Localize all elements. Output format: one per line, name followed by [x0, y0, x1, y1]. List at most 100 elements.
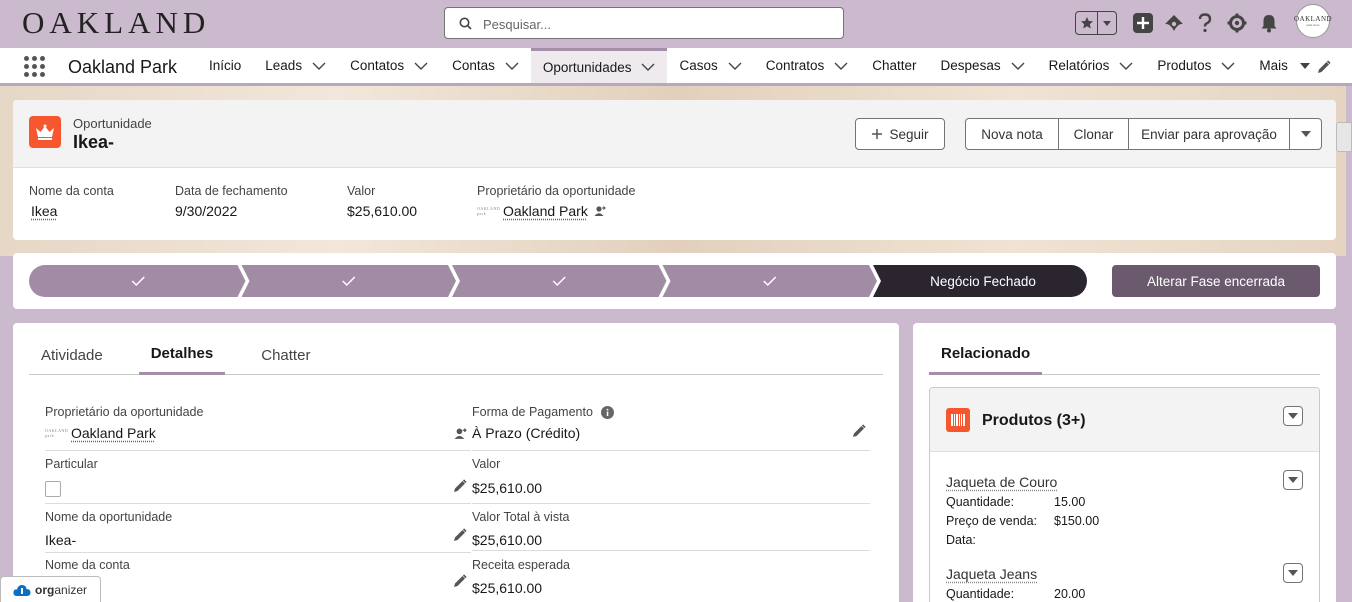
nav-item-leads[interactable]: Leads [253, 48, 338, 83]
tab-details[interactable]: Detalhes [139, 335, 226, 375]
product-link[interactable]: Jaqueta de Couro [946, 474, 1057, 490]
path-stage-completed[interactable] [663, 265, 878, 297]
tab-chatter[interactable]: Chatter [249, 335, 322, 375]
company-logo[interactable]: OAKLAND [22, 5, 210, 41]
nav-item-mais[interactable]: Mais [1247, 48, 1324, 83]
avatar-logo-text: OAKLAND [1294, 15, 1332, 23]
related-tabs: Relacionado [929, 335, 1320, 375]
clone-button[interactable]: Clonar [1058, 118, 1129, 150]
chevron-down-icon[interactable] [641, 63, 655, 71]
bell-icon[interactable] [1258, 12, 1280, 34]
chevron-down-icon[interactable] [834, 62, 848, 70]
path-stages[interactable]: Negócio Fechado [29, 265, 1091, 297]
avatar-logo-subtext: park store [1306, 23, 1319, 27]
organizer-widget[interactable]: organizer [0, 576, 101, 602]
product-row-menu-button[interactable] [1283, 563, 1303, 583]
highlight-close-date: Data de fechamento 9/30/2022 [175, 184, 288, 219]
help-icon[interactable] [1194, 12, 1216, 34]
nav-item-contas[interactable]: Contas [440, 48, 531, 83]
record-object-type: Oportunidade [73, 116, 152, 131]
chevron-down-icon[interactable] [414, 62, 428, 70]
global-search[interactable] [444, 7, 844, 39]
products-title[interactable]: Produtos (3+) [982, 412, 1086, 430]
app-name: Oakland Park [68, 57, 177, 78]
submit-for-approval-button[interactable]: Enviar para aprovação [1128, 118, 1290, 150]
info-icon[interactable] [601, 406, 614, 419]
field-label: Forma de Pagamento [472, 405, 593, 419]
chevron-down-icon[interactable] [1298, 62, 1312, 70]
chevron-down-icon[interactable] [728, 62, 742, 70]
pencil-icon[interactable] [453, 479, 467, 493]
follow-button[interactable]: Seguir [855, 118, 945, 150]
nav-item-chatter[interactable]: Chatter [860, 48, 928, 83]
more-actions-button[interactable] [1289, 118, 1322, 150]
new-note-button[interactable]: Nova nota [965, 118, 1059, 150]
favorites-dropdown-icon[interactable] [1098, 12, 1116, 34]
record-highlights-panel: Oportunidade Ikea- Seguir Nova nota Clon… [13, 100, 1336, 240]
favorites-button[interactable] [1075, 11, 1117, 35]
field-account-name: Nome da conta [45, 558, 471, 602]
path-stage-completed[interactable] [29, 265, 246, 297]
owner-link[interactable]: Oakland Park [71, 425, 156, 441]
tab-activity[interactable]: Atividade [29, 335, 115, 375]
owner-link[interactable]: Oakland Park [503, 203, 588, 219]
product-link[interactable]: Jaqueta Jeans [946, 566, 1037, 582]
chevron-down-icon [1288, 413, 1298, 419]
product-barcode-icon [946, 408, 970, 432]
change-owner-icon[interactable] [454, 427, 467, 440]
details-panel: Atividade Detalhes Chatter Proprietário … [13, 323, 899, 602]
chevron-down-icon[interactable] [312, 62, 326, 70]
highlight-fields: Nome da conta Ikea Data de fechamento 9/… [29, 184, 1336, 234]
nav-item-casos[interactable]: Casos [667, 48, 753, 83]
pencil-icon[interactable] [453, 574, 467, 588]
global-actions-icon[interactable] [1132, 12, 1154, 34]
field-value: $25,610.00 [347, 203, 417, 219]
pencil-icon[interactable] [453, 528, 467, 542]
record-header: Oportunidade Ikea- Seguir Nova nota Clon… [13, 100, 1336, 168]
account-link[interactable]: Ikea [29, 203, 114, 219]
nav-item-despesas[interactable]: Despesas [929, 48, 1037, 83]
private-checkbox[interactable] [45, 481, 61, 497]
nav-item-label: Casos [679, 58, 717, 73]
field-value: Ikea- [45, 532, 471, 548]
field-label: Valor [347, 184, 417, 198]
field-label: Proprietário da oportunidade [45, 405, 471, 419]
product-qty-label: Quantidade: [946, 495, 1054, 509]
field-label: Nome da conta [29, 184, 114, 198]
highlight-amount: Valor $25,610.00 [347, 184, 417, 219]
nav-item-produtos[interactable]: Produtos [1145, 48, 1247, 83]
search-input[interactable] [483, 14, 823, 34]
path-stage-completed[interactable] [242, 265, 457, 297]
chevron-down-icon[interactable] [1119, 62, 1133, 70]
nav-item-relatorios[interactable]: Relatórios [1037, 48, 1146, 83]
field-expected-revenue: Receita esperada $25,610.00 [472, 558, 870, 602]
products-menu-button[interactable] [1283, 406, 1303, 426]
cloud-icon [13, 583, 31, 597]
utility-collapse-handle[interactable] [1336, 122, 1352, 152]
tab-related[interactable]: Relacionado [929, 335, 1042, 375]
field-total-cash-value: Valor Total à vista $25,610.00 [472, 510, 870, 551]
chevron-down-icon[interactable] [505, 62, 519, 70]
change-closed-stage-button[interactable]: Alterar Fase encerrada [1112, 265, 1320, 297]
chevron-down-icon[interactable] [1221, 62, 1235, 70]
field-label: Data de fechamento [175, 184, 288, 198]
trailhead-icon[interactable] [1163, 12, 1185, 34]
change-owner-icon[interactable] [594, 205, 606, 217]
product-item: Jaqueta Jeans Quantidade: 20.00 [946, 566, 1306, 601]
chevron-down-icon[interactable] [1011, 62, 1025, 70]
path-stage-completed[interactable] [452, 265, 667, 297]
user-avatar[interactable]: OAKLAND park store [1296, 4, 1330, 38]
app-launcher-icon[interactable] [24, 56, 45, 77]
gear-icon[interactable] [1226, 12, 1248, 34]
product-row-menu-button[interactable] [1283, 470, 1303, 490]
edit-nav-icon[interactable] [1317, 60, 1331, 74]
page-scrollbar[interactable] [1346, 86, 1352, 602]
nav-item-oportunidades[interactable]: Oportunidades [531, 48, 668, 83]
nav-item-inicio[interactable]: Início [197, 48, 253, 83]
field-label: Valor [472, 457, 870, 471]
field-label: Proprietário da oportunidade [477, 184, 635, 198]
nav-item-contratos[interactable]: Contratos [754, 48, 861, 83]
nav-item-contatos[interactable]: Contatos [338, 48, 440, 83]
star-icon[interactable] [1076, 12, 1098, 34]
pencil-icon[interactable] [852, 424, 866, 438]
